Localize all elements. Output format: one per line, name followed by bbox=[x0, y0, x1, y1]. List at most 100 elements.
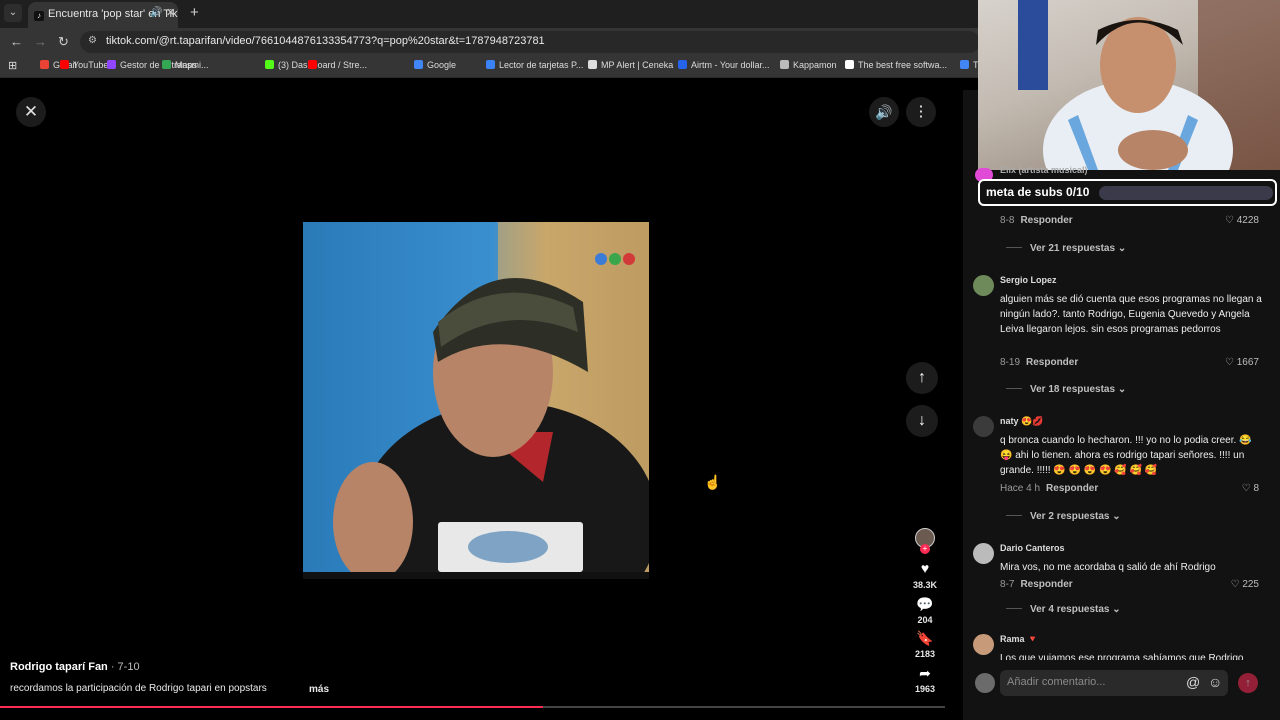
commenter-name[interactable]: Rama 🔻 bbox=[1000, 634, 1038, 645]
site-info-icon[interactable]: ⚙ bbox=[88, 35, 97, 46]
heart-outline-icon[interactable]: ♡ bbox=[1225, 215, 1237, 226]
back-icon[interactable]: ← bbox=[10, 34, 23, 49]
likes-count: 38.3K bbox=[912, 580, 938, 590]
bookmark-item[interactable]: MP Alert | Ceneka bbox=[588, 60, 673, 70]
close-video-button[interactable]: ✕ bbox=[16, 97, 46, 127]
url-text: tiktok.com/@rt.taparifan/video/766104487… bbox=[106, 35, 545, 47]
apps-grid-icon[interactable]: ⊞ bbox=[8, 59, 17, 72]
comment-likes[interactable]: ♡ 1667 bbox=[1209, 357, 1259, 368]
commenter-name[interactable]: naty 😍💋 bbox=[1000, 416, 1043, 427]
heart-outline-icon[interactable]: ♡ bbox=[1225, 357, 1237, 368]
follow-plus-icon[interactable]: + bbox=[920, 544, 930, 554]
bookmark-favicon-icon bbox=[588, 60, 597, 69]
comment-text: Mira vos, no me acordaba q salió de ahí … bbox=[1000, 562, 1216, 573]
bookmark-item[interactable]: Airtm - Your dollar... bbox=[678, 60, 770, 70]
like-count: 1667 bbox=[1236, 357, 1259, 368]
comment-time: 8-8 bbox=[1000, 215, 1015, 226]
comment-meta: 8-8 Responder bbox=[1000, 215, 1073, 226]
heart-outline-icon[interactable]: ♡ bbox=[1242, 483, 1254, 494]
comment-likes[interactable]: ♡ 4228 bbox=[1209, 215, 1259, 226]
comment-meta: 8-7 Responder bbox=[1000, 579, 1073, 590]
reply-button[interactable]: Responder bbox=[1026, 357, 1078, 368]
comment-meta: Hace 4 h Responder bbox=[1000, 483, 1098, 494]
video-author[interactable]: Rodrigo taparí Fan · 7-10 bbox=[10, 661, 140, 673]
tab-audio-icon[interactable]: 🔊 bbox=[150, 7, 162, 18]
bookmark-item[interactable]: Google bbox=[414, 60, 456, 70]
previous-video-arrow-icon[interactable]: ↑ bbox=[906, 362, 938, 394]
bookmark-label: Kappamon bbox=[793, 60, 837, 70]
view-replies-label: Ver 18 respuestas bbox=[1030, 384, 1116, 395]
mouse-cursor: ☝ bbox=[704, 474, 722, 490]
replies-divider bbox=[1006, 247, 1022, 248]
commenter-avatar[interactable] bbox=[973, 634, 994, 655]
comment-likes[interactable]: ♡ 225 bbox=[1209, 579, 1259, 590]
bookmark-label: The best free softwa... bbox=[858, 60, 948, 70]
tab-close-icon[interactable]: ✕ bbox=[166, 6, 175, 19]
like-count: 225 bbox=[1242, 579, 1259, 590]
reply-button[interactable]: Responder bbox=[1046, 483, 1098, 494]
bookmark-label: Maps bbox=[175, 60, 198, 70]
volume-icon[interactable]: 🔊 bbox=[869, 97, 899, 127]
subs-goal-progress bbox=[1099, 186, 1273, 200]
webcam-overlay bbox=[978, 0, 1280, 170]
comment-icon[interactable]: 💬 bbox=[914, 596, 936, 613]
comment-likes[interactable]: ♡ 8 bbox=[1209, 483, 1259, 494]
commenter-name[interactable]: Dario Canteros bbox=[1000, 543, 1065, 553]
next-video-arrow-icon[interactable]: ↓ bbox=[906, 405, 938, 437]
video-player[interactable] bbox=[303, 222, 649, 579]
bookmark-favicon-icon bbox=[162, 60, 171, 69]
view-replies-button[interactable]: Ver 21 respuestas ⌄ bbox=[1006, 243, 1126, 254]
forward-icon[interactable]: → bbox=[34, 34, 47, 49]
video-date: · 7-10 bbox=[107, 661, 140, 673]
bookmark-favicon-icon bbox=[780, 60, 789, 69]
heart-outline-icon[interactable]: ♡ bbox=[1231, 579, 1243, 590]
view-replies-label: Ver 21 respuestas bbox=[1030, 243, 1116, 254]
view-replies-label: Ver 4 respuestas bbox=[1030, 604, 1110, 615]
mention-icon[interactable]: @ bbox=[1186, 674, 1200, 690]
replies-divider bbox=[1006, 515, 1022, 516]
bookmark-label: MP Alert | Ceneka bbox=[601, 60, 674, 70]
video-frame-image bbox=[303, 222, 649, 579]
commenter-avatar[interactable] bbox=[973, 543, 994, 564]
reply-button[interactable]: Responder bbox=[1020, 215, 1072, 226]
commenter-avatar[interactable] bbox=[973, 275, 994, 296]
new-tab-button[interactable]: + bbox=[190, 4, 199, 21]
heart-icon[interactable]: ♥ bbox=[914, 560, 936, 576]
video-progress-fill bbox=[0, 706, 544, 708]
like-count: 8 bbox=[1253, 483, 1259, 494]
chevron-down-icon: ⌄ bbox=[1115, 243, 1127, 254]
bookmark-favicon-icon bbox=[414, 60, 423, 69]
tiktok-favicon-icon: ♪ bbox=[34, 11, 44, 21]
bookmark-item[interactable]: Maps bbox=[162, 60, 197, 70]
comment-text: Los que vuiamos ese programa sabíamos qu… bbox=[1000, 653, 1244, 660]
emoji-icon[interactable]: ☺ bbox=[1208, 674, 1222, 690]
shares-count: 1963 bbox=[914, 684, 936, 694]
author-name: Rodrigo taparí Fan bbox=[10, 661, 108, 673]
bookmark-item[interactable]: Kappamon bbox=[780, 60, 837, 70]
bookmark-favicon-icon bbox=[678, 60, 687, 69]
bookmark-item[interactable]: The best free softwa... bbox=[845, 60, 947, 70]
share-icon[interactable]: ➦ bbox=[914, 665, 936, 682]
view-replies-button[interactable]: Ver 2 respuestas ⌄ bbox=[1006, 511, 1121, 522]
reply-button[interactable]: Responder bbox=[1020, 579, 1072, 590]
bookmark-favicon-icon bbox=[40, 60, 49, 69]
user-avatar bbox=[975, 673, 995, 693]
bookmark-favicon-icon bbox=[265, 60, 274, 69]
chevron-down-icon: ⌄ bbox=[1109, 604, 1121, 615]
view-replies-button[interactable]: Ver 4 respuestas ⌄ bbox=[1006, 604, 1121, 615]
view-replies-button[interactable]: Ver 18 respuestas ⌄ bbox=[1006, 384, 1126, 395]
bookmark-item[interactable]: Lector de tarjetas P... bbox=[486, 60, 583, 70]
bookmark-label: Airtm - Your dollar... bbox=[691, 60, 770, 70]
tab-search-button[interactable]: ⌄ bbox=[4, 4, 22, 22]
bookmark-item[interactable] bbox=[308, 60, 321, 70]
replies-divider bbox=[1006, 388, 1022, 389]
address-bar[interactable]: tiktok.com/@rt.taparifan/video/766104487… bbox=[80, 31, 980, 53]
reload-icon[interactable]: ↻ bbox=[58, 34, 69, 50]
commenter-avatar[interactable] bbox=[973, 416, 994, 437]
bookmark-icon[interactable]: 🔖 bbox=[914, 630, 936, 647]
send-button[interactable]: ↑ bbox=[1238, 673, 1258, 693]
commenter-name[interactable]: Sergio Lopez bbox=[1000, 275, 1057, 285]
more-link[interactable]: más bbox=[309, 684, 329, 695]
more-options-icon[interactable]: ⋮ bbox=[906, 97, 936, 127]
bookmark-item[interactable]: YouTube bbox=[60, 60, 108, 70]
